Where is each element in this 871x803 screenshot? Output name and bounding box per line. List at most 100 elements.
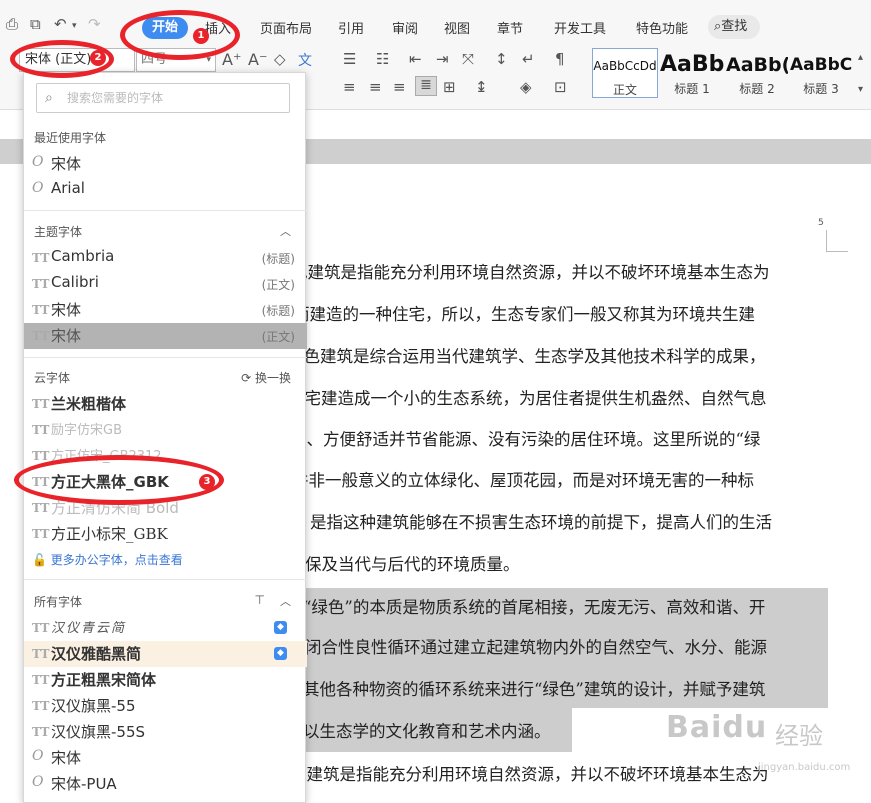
font-item-name: 宋体 — [51, 749, 82, 767]
style-heading-1[interactable]: AaBb 标题 1 — [660, 48, 724, 98]
style-normal-preview: AaBbCcDd — [593, 59, 657, 73]
baidu-watermark-sub: 经验 — [775, 722, 823, 750]
print-icon[interactable]: ⎙ — [6, 15, 18, 33]
style-heading-3-label: 标题 3 — [803, 82, 839, 96]
annotation-ring-home-tab — [120, 10, 240, 60]
lock-icon: 🔓 — [32, 553, 47, 567]
theme-fonts-heading: 主题字体 — [34, 225, 83, 239]
font-item-name: 宋体 — [51, 301, 82, 319]
tab-special-features[interactable]: 特色功能 — [636, 18, 688, 37]
doc-line-text: 绿色建筑是综合运用当代建筑学、生态学及其他技术科学的成果， — [287, 347, 766, 366]
pinyin-guide-icon[interactable]: 文 — [298, 50, 312, 70]
justify-icon[interactable]: ≣ — [415, 76, 437, 96]
clear-format-icon[interactable]: ◇ — [274, 50, 286, 68]
font-item[interactable]: TT Cambria (标题) — [24, 245, 307, 271]
bullet-list-icon[interactable]: ☰ — [343, 50, 356, 68]
truetype-font-icon: TT — [32, 527, 50, 541]
font-item-selected[interactable]: TT 宋体 (正文) — [24, 323, 307, 349]
cloud-font-badge-icon: ◆ — [274, 621, 287, 634]
refresh-label: 换一换 — [254, 371, 291, 385]
cloud-font-item[interactable]: TT 励字仿宋GB — [24, 417, 307, 443]
tab-view[interactable]: 视图 — [444, 18, 470, 37]
truetype-font-icon: TT — [32, 647, 50, 661]
align-left-icon[interactable]: ≡ — [343, 78, 356, 96]
decrease-indent-icon[interactable]: ⇤ — [409, 50, 422, 68]
style-heading-1-label: 标题 1 — [674, 82, 710, 96]
undo-dropdown-icon[interactable]: ▾ — [72, 21, 77, 31]
tab-chapter[interactable]: 章节 — [497, 18, 523, 37]
pin-icon[interactable]: ⊤ — [255, 593, 265, 607]
divider — [24, 357, 307, 358]
truetype-font-icon: TT — [32, 725, 50, 739]
font-item-tag: (正文) — [261, 330, 295, 344]
style-normal-label: 正文 — [612, 83, 637, 97]
paragraph-mark-icon[interactable]: ¶ — [555, 50, 565, 68]
refresh-cloud-fonts-button[interactable]: ⟳ 换一换 — [241, 369, 291, 386]
more-office-fonts-link[interactable]: 🔓 更多办公字体，点击查看 — [32, 551, 183, 568]
styles-scroll-down-icon[interactable]: ▾ — [858, 84, 863, 95]
ribbon-search[interactable]: ⌕查找 — [708, 15, 760, 39]
font-item-name: 汉仪旗黑-55S — [51, 723, 146, 741]
doc-line-text: 住宅建造成一个小的生态系统，为居住者提供生机盎然、自然气息 — [288, 389, 767, 408]
font-item[interactable]: TT 宋体 (标题) — [24, 297, 307, 323]
truetype-font-icon: TT — [32, 251, 50, 265]
recent-fonts-heading: 最近使用字体 — [34, 131, 107, 145]
print-preview-icon[interactable]: ⧉ — [30, 15, 41, 33]
tab-references[interactable]: 引用 — [338, 18, 364, 37]
font-item[interactable]: TT 汉仪旗黑-55 — [24, 693, 307, 719]
border-icon[interactable]: ⊡ — [554, 78, 567, 96]
font-item-name: 方正小标宋_GBK — [51, 525, 168, 543]
font-item-hovered[interactable]: TT 汉仪雅酷黑简 ◆ — [24, 641, 307, 667]
shrink-font-icon[interactable]: A⁻ — [248, 50, 267, 69]
increase-indent-icon[interactable]: ⇥ — [436, 50, 449, 68]
grow-font-icon[interactable]: A⁺ — [222, 50, 241, 69]
truetype-font-icon: TT — [32, 699, 50, 713]
annotation-number: 1 — [193, 28, 209, 44]
font-item[interactable]: O 宋体 — [24, 745, 307, 771]
divider — [24, 579, 307, 580]
font-item-tag: (标题) — [261, 252, 295, 266]
annotation-number: 2 — [90, 50, 106, 66]
tab-page-layout[interactable]: 页面布局 — [260, 18, 312, 37]
refresh-icon: ⟳ — [241, 371, 255, 385]
doc-line-text: 并非一般意义的立体绿化、屋顶花园，而是对环境无害的一种标 — [292, 471, 754, 490]
chevron-up-icon[interactable]: ︿ — [280, 593, 291, 609]
doc-line-text: 而建造的一种住宅，所以，生态专家们一般又称其为环境共生建 — [293, 305, 755, 324]
doc-line-text: 宜、方便舒适并节省能源、没有污染的居住环境。这里所说的“绿 — [290, 430, 761, 449]
truetype-font-icon: TT — [32, 277, 50, 291]
font-search-input[interactable]: ⌕ 搜索您需要的字体 — [36, 83, 290, 113]
font-item[interactable]: O 宋体-PUA — [24, 771, 307, 797]
redo-icon[interactable]: ↷ — [88, 15, 101, 33]
font-item-name: Calibri — [51, 273, 99, 291]
tab-review[interactable]: 审阅 — [392, 18, 418, 37]
opentype-font-icon: O — [32, 774, 44, 790]
style-heading-2-label: 标题 2 — [739, 82, 775, 96]
style-heading-3-preview: AaBbC — [790, 55, 852, 75]
font-item[interactable]: O Arial — [24, 177, 307, 203]
undo-icon[interactable]: ↶ — [54, 15, 67, 33]
distributed-align-icon[interactable]: ⊞ — [443, 78, 456, 96]
styles-scroll-up-icon[interactable]: ▴ — [858, 52, 863, 63]
cloud-font-item[interactable]: TT 方正小标宋_GBK — [24, 521, 307, 547]
numbered-list-icon[interactable]: ☷ — [376, 50, 389, 68]
style-heading-2[interactable]: AaBb( 标题 2 — [726, 48, 788, 98]
style-normal[interactable]: AaBbCcDd 正文 — [592, 48, 658, 98]
font-item[interactable]: TT 汉仪青云简 ◆ — [24, 615, 307, 641]
shading-icon[interactable]: ◈ — [520, 78, 532, 96]
align-right-icon[interactable]: ≡ — [393, 78, 406, 96]
cloud-font-item[interactable]: TT 兰米粗楷体 — [24, 391, 307, 417]
font-item[interactable]: TT 汉仪旗黑-55S — [24, 719, 307, 745]
show-marks-icon[interactable]: ↵ — [522, 50, 535, 68]
cloud-fonts-heading: 云字体 — [34, 371, 71, 385]
all-fonts-heading: 所有字体 — [34, 595, 83, 609]
chevron-up-icon[interactable]: ︿ — [280, 223, 291, 239]
align-center-icon[interactable]: ≡ — [369, 78, 382, 96]
font-item[interactable]: TT Calibri (正文) — [24, 271, 307, 297]
line-spacing-icon[interactable]: ↨ — [475, 78, 488, 96]
tab-developer[interactable]: 开发工具 — [554, 18, 606, 37]
chinese-layout-icon[interactable]: ⤧ — [462, 50, 474, 68]
font-item[interactable]: TT 方正粗黑宋简体 — [24, 667, 307, 693]
sort-icon[interactable]: ↕ — [495, 50, 508, 68]
font-item[interactable]: O 宋体 — [24, 151, 307, 177]
style-heading-3[interactable]: AaBbC 标题 3 — [790, 48, 852, 98]
